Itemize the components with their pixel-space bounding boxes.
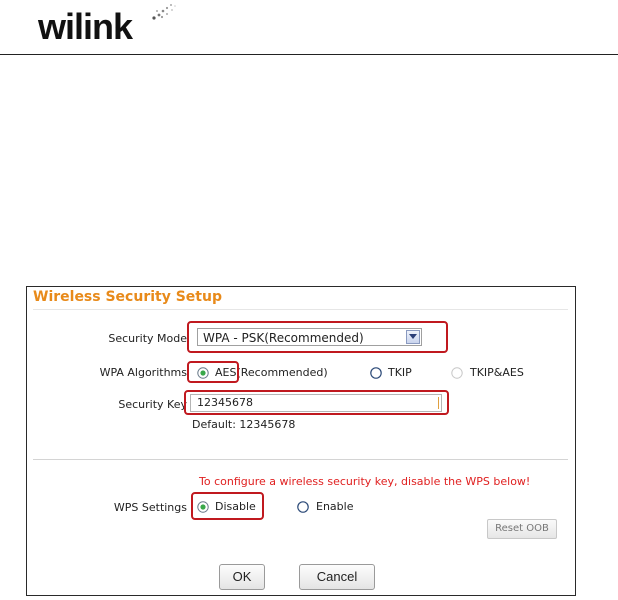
reset-oob-button[interactable]: Reset OOB (487, 519, 557, 539)
radio-label-tkip: TKIP (388, 366, 412, 379)
panel-title: Wireless Security Setup (33, 289, 222, 305)
ok-button[interactable]: OK (219, 564, 265, 590)
radio-label-wps-enable: Enable (316, 500, 354, 513)
cancel-button[interactable]: Cancel (299, 564, 375, 590)
highlight-security-key (184, 390, 449, 415)
title-underline (33, 309, 568, 310)
wps-warning: To configure a wireless security key, di… (199, 475, 531, 488)
highlight-wps-disable (191, 492, 264, 520)
security-mode-label: Security Mode (108, 332, 187, 345)
header-divider (0, 54, 618, 55)
wpa-algorithms-label: WPA Algorithms (99, 366, 187, 379)
radio-tkip-aes[interactable] (451, 367, 463, 379)
radio-label-tkip-aes: TKIP&AES (470, 366, 524, 379)
wireless-security-panel: Wireless Security Setup Security Mode WP… (26, 286, 576, 596)
section-divider (33, 459, 568, 460)
default-key-hint: Default: 12345678 (192, 418, 296, 431)
wilink-logo: wilink (38, 4, 176, 47)
logo-text: wilink (38, 6, 133, 47)
logo-dots-icon (152, 4, 176, 20)
security-key-label: Security Key (118, 398, 187, 411)
highlight-security-mode (187, 321, 448, 353)
wps-settings-label: WPS Settings (113, 501, 187, 514)
highlight-aes (187, 361, 239, 383)
radio-tkip[interactable] (370, 367, 382, 379)
radio-wps-enable[interactable] (297, 501, 309, 513)
